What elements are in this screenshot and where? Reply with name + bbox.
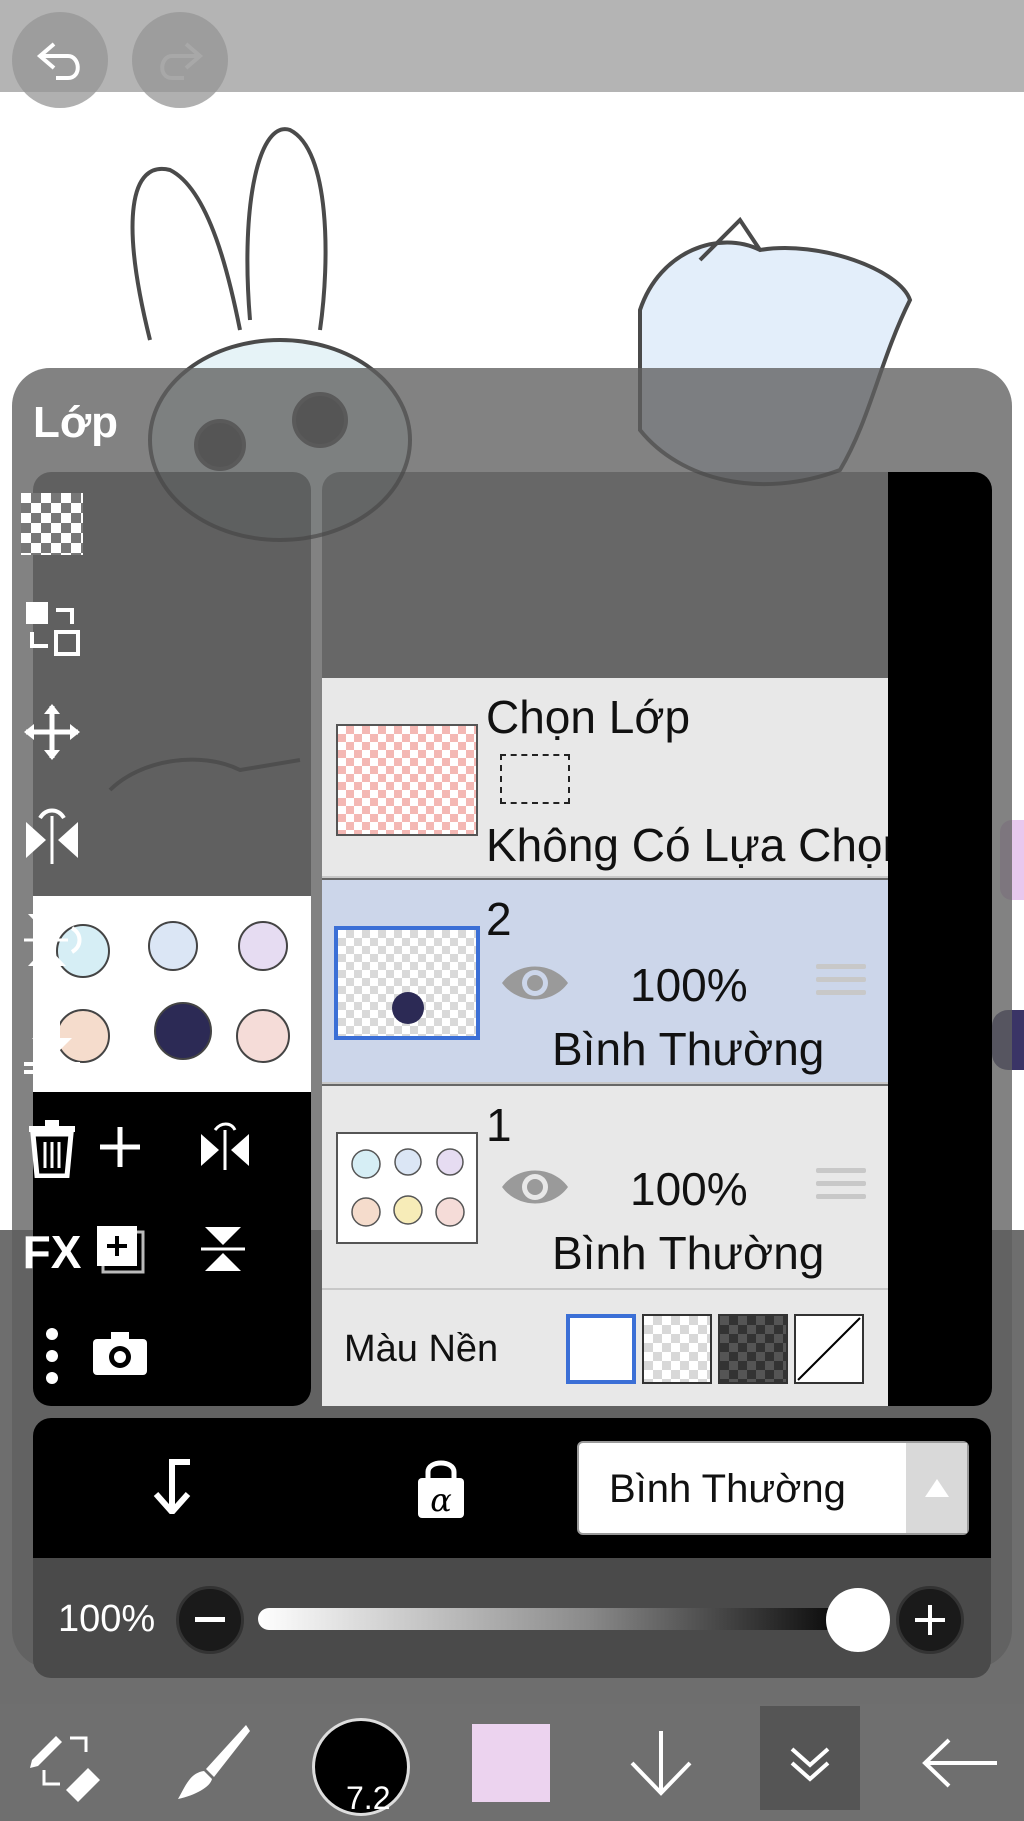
blend-mode-value: Bình Thường xyxy=(609,1467,846,1511)
eye-icon[interactable] xyxy=(498,957,572,1009)
move-layer-button[interactable] xyxy=(18,698,86,766)
opacity-slider[interactable] xyxy=(258,1608,858,1630)
eye-icon[interactable] xyxy=(498,1161,572,1213)
no-background-icon xyxy=(797,1317,861,1381)
arrow-down-icon xyxy=(630,1730,692,1796)
background-color-label: Màu Nền xyxy=(344,1328,499,1370)
clipping-button[interactable] xyxy=(135,1450,205,1520)
clipping-arrow-icon xyxy=(153,1459,191,1514)
merge-down-button[interactable] xyxy=(18,1010,86,1078)
layer-thumbnail-art xyxy=(392,992,424,1024)
triangle-up-icon xyxy=(924,1479,949,1497)
selection-layer-thumbnail xyxy=(336,724,478,836)
panel-title: Lớp xyxy=(33,398,119,447)
layer-blend-mode: Bình Thường xyxy=(552,1227,825,1279)
move-icon xyxy=(24,704,80,760)
drag-handle-icon[interactable] xyxy=(816,964,866,1002)
selection-status: Không Có Lựa Chọn xyxy=(486,819,909,871)
layer-thumbnail xyxy=(336,1132,478,1244)
copy-move-icon xyxy=(26,602,80,656)
flip-vertical-icon xyxy=(24,914,82,966)
flip-vertical-button[interactable] xyxy=(18,906,86,974)
layer-thumbnail-art xyxy=(351,1148,465,1227)
brush-size-value: 7.2 xyxy=(346,1780,391,1816)
delete-layer-button[interactable] xyxy=(18,1114,86,1182)
camera-button[interactable] xyxy=(85,1318,155,1388)
drag-handle-icon[interactable] xyxy=(816,1168,866,1206)
pen-eraser-switch-icon xyxy=(30,1735,100,1802)
layer-thumbnail xyxy=(334,926,480,1040)
double-chevron-down-icon xyxy=(790,1747,830,1782)
opacity-slider-knob[interactable] xyxy=(826,1588,890,1652)
arrow-left-icon xyxy=(922,1738,997,1787)
background-white-swatch[interactable] xyxy=(566,1314,636,1384)
layer-name: 2 xyxy=(486,893,512,945)
flip-layer-horizontal-button[interactable] xyxy=(190,1112,260,1182)
layer-name: 1 xyxy=(486,1099,512,1151)
selection-layer-title: Chọn Lớp xyxy=(486,691,691,743)
layer-down-button[interactable] xyxy=(626,1704,696,1821)
flip-layer-vertical-button[interactable] xyxy=(190,1214,260,1284)
redo-icon xyxy=(160,42,204,80)
minus-icon xyxy=(195,1617,225,1622)
duplicate-layer-icon xyxy=(97,1226,145,1274)
alpha-lock-icon: α xyxy=(418,1460,464,1519)
background-transparent-swatch[interactable] xyxy=(642,1314,712,1384)
color-picker-button[interactable] xyxy=(472,1724,550,1802)
opacity-increase-button[interactable] xyxy=(896,1586,964,1654)
svg-text:α: α xyxy=(430,1481,452,1519)
more-options-button[interactable] xyxy=(18,1322,86,1390)
opacity-decrease-button[interactable] xyxy=(176,1586,244,1654)
camera-icon xyxy=(93,1332,147,1375)
back-button[interactable] xyxy=(920,1704,1000,1821)
opacity-label: 100% xyxy=(58,1598,156,1640)
brush-icon xyxy=(178,1724,250,1799)
fx-icon[interactable]: FX xyxy=(18,1218,86,1286)
blend-mode-dropdown-button[interactable] xyxy=(906,1443,967,1533)
redo-button[interactable] xyxy=(132,12,228,108)
flip-horizontal-button[interactable] xyxy=(18,802,86,870)
checker-icon xyxy=(21,493,83,555)
add-copy-layer-button[interactable] xyxy=(85,1214,155,1284)
background-none-swatch[interactable] xyxy=(794,1314,864,1384)
undo-button[interactable] xyxy=(12,12,108,108)
trash-icon xyxy=(29,1120,75,1178)
alpha-lock-button[interactable]: α xyxy=(406,1454,476,1524)
flip-vertical-icon xyxy=(201,1227,245,1271)
background-dark-checker-swatch[interactable] xyxy=(718,1314,788,1384)
add-layer-button[interactable] xyxy=(85,1112,155,1182)
layer-tool-strip xyxy=(888,472,992,1406)
flip-horizontal-icon xyxy=(201,1122,249,1170)
brush-tool-button[interactable] xyxy=(164,1704,260,1821)
flip-horizontal-icon xyxy=(26,808,78,864)
undo-icon xyxy=(36,42,80,80)
plus-icon xyxy=(915,1605,945,1635)
selection-marquee-icon xyxy=(500,754,570,804)
layer-copy-move-button[interactable] xyxy=(18,594,86,662)
layer-opacity: 100% xyxy=(630,1163,748,1215)
tool-switch-button[interactable] xyxy=(20,1704,110,1821)
layer-panel-button[interactable] xyxy=(770,1704,850,1821)
layer-opacity: 100% xyxy=(630,959,748,1011)
merge-down-icon xyxy=(24,1018,80,1074)
layer-blend-mode: Bình Thường xyxy=(552,1023,825,1075)
transparency-checker-button[interactable] xyxy=(18,490,86,558)
more-icon xyxy=(46,1328,58,1384)
plus-icon xyxy=(100,1127,140,1167)
